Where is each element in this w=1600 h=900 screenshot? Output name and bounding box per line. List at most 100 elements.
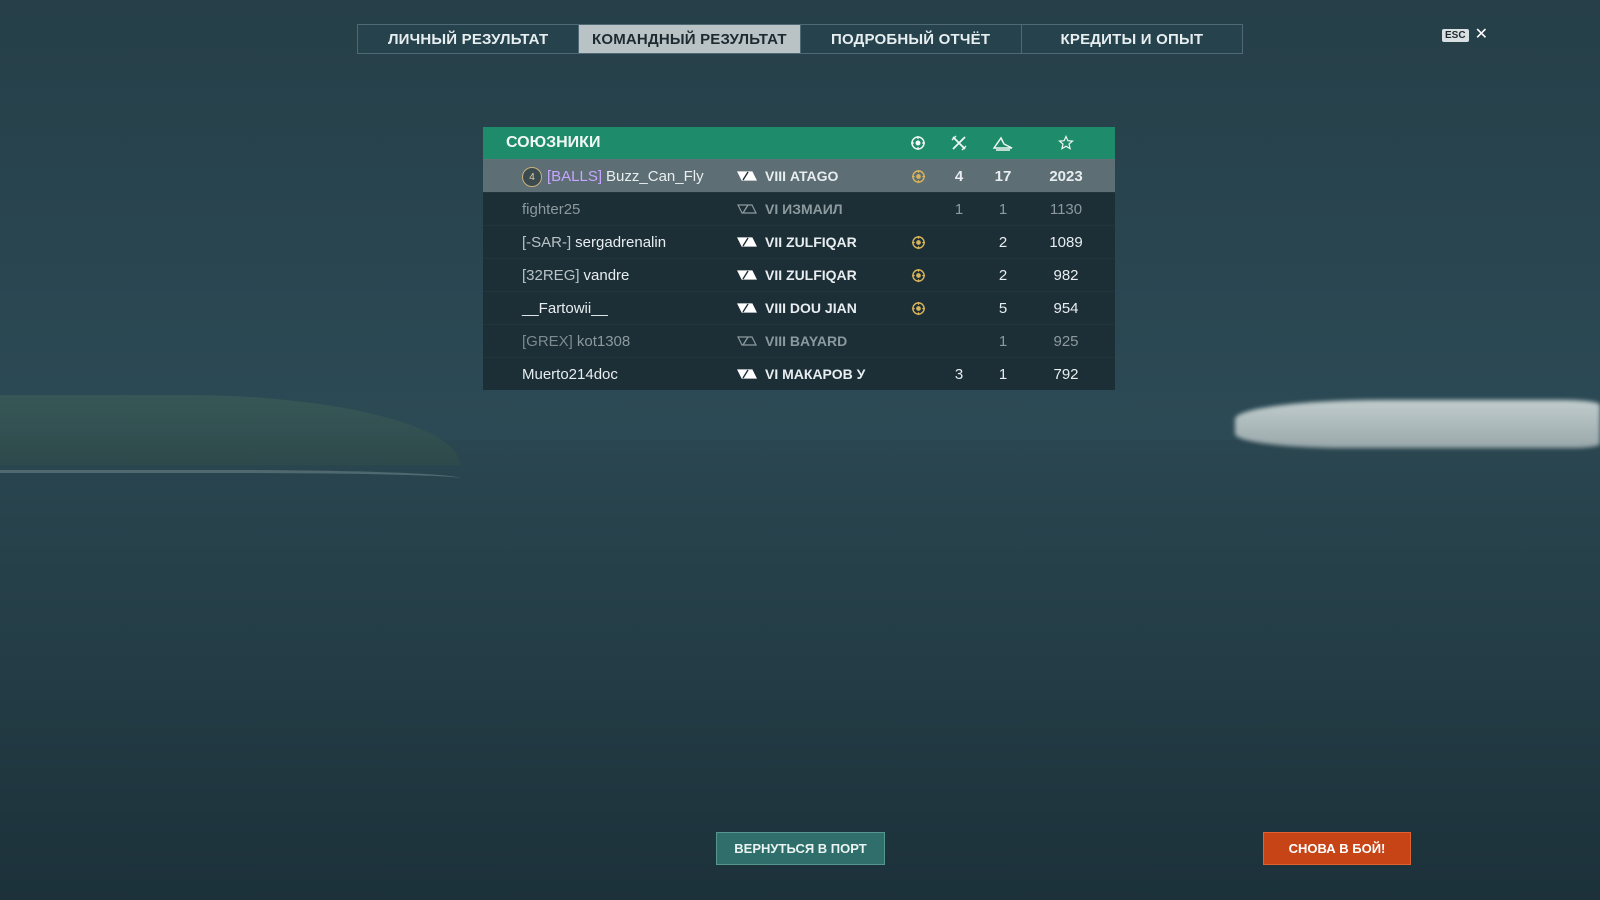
tab-team-result[interactable]: КОМАНДНЫЙ РЕЗУЛЬТАТ bbox=[579, 25, 801, 53]
results-tabs: ЛИЧНЫЙ РЕЗУЛЬТАТ КОМАНДНЫЙ РЕЗУЛЬТАТ ПОД… bbox=[357, 24, 1243, 54]
player-name-cell: Muerto214doc bbox=[522, 358, 618, 390]
kills-value: 3 bbox=[954, 365, 964, 383]
star-icon bbox=[1031, 127, 1101, 159]
ship-class-icon bbox=[737, 201, 757, 217]
player-name-cell: [GREX] kot1308 bbox=[522, 325, 630, 357]
ship-cell: VIII BAYARD bbox=[737, 325, 847, 357]
player-name: kot1308 bbox=[576, 332, 631, 350]
player-name-cell: fighter25 bbox=[522, 193, 580, 225]
ship-tier: VIII bbox=[765, 300, 787, 316]
ship-name: ИЗМАИЛ bbox=[782, 201, 843, 217]
ship-class-icon bbox=[737, 333, 757, 349]
player-name: Muerto214doc bbox=[522, 365, 618, 383]
kills-value: 1 bbox=[954, 200, 964, 218]
planes-icon bbox=[988, 127, 1018, 159]
clan-tag: [GREX] bbox=[522, 332, 573, 350]
return-to-port-button[interactable]: ВЕРНУТЬСЯ В ПОРТ bbox=[716, 832, 885, 865]
player-name: __Fartowii__ bbox=[522, 299, 608, 317]
kills-value bbox=[944, 226, 974, 258]
player-row[interactable]: [GREX] kot1308 VIII BAYARD 1 925 bbox=[483, 324, 1115, 357]
kills-value bbox=[944, 325, 974, 357]
player-name-cell: [32REG] vandre bbox=[522, 259, 629, 291]
clan-tag: [32REG] bbox=[522, 266, 580, 284]
close-icon: ✕ bbox=[1474, 26, 1488, 43]
planes-value: 1 bbox=[998, 365, 1008, 383]
allies-list: 4 [BALLS] Buzz_Can_Fly VIII ATAGO 4 17 2023 fig… bbox=[483, 159, 1115, 390]
ship-cell: VI ИЗМАИЛ bbox=[737, 193, 843, 225]
player-name: Buzz_Can_Fly bbox=[606, 167, 704, 185]
clan-tag: [-SAR-] bbox=[522, 233, 572, 251]
ship-cell: VII ZULFIQAR bbox=[737, 259, 857, 291]
allies-panel: СОЮЗНИКИ 4 [BALLS] Buzz_Can_Fly VIII ATAGO 4… bbox=[483, 127, 1115, 390]
ship-name: МАКАРОВ У bbox=[782, 366, 866, 382]
ship-class-icon bbox=[737, 366, 757, 382]
player-name-cell: [-SAR-] sergadrenalin bbox=[522, 226, 666, 258]
ship-cell: VIII ATAGO bbox=[737, 160, 838, 192]
tab-credits-experience[interactable]: КРЕДИТЫ И ОПЫТ bbox=[1022, 25, 1242, 53]
ship-class-icon bbox=[737, 234, 757, 250]
planes-value: 17 bbox=[994, 167, 1012, 185]
player-name: vandre bbox=[583, 266, 630, 284]
planes-value: 2 bbox=[998, 266, 1008, 284]
player-row[interactable]: [-SAR-] sergadrenalin VII ZULFIQAR 2 1089 bbox=[483, 225, 1115, 258]
battle-again-button[interactable]: СНОВА В БОЙ! bbox=[1263, 832, 1411, 865]
kills-icon bbox=[944, 127, 974, 159]
ship-class-icon bbox=[737, 267, 757, 283]
score-value: 925 bbox=[1053, 332, 1079, 350]
ship-name: BAYARD bbox=[789, 333, 848, 349]
medal-icon bbox=[903, 160, 933, 192]
rank-icon: 4 bbox=[522, 167, 542, 187]
score-value: 2023 bbox=[1049, 167, 1083, 185]
background-smoke bbox=[1235, 400, 1600, 448]
allies-title: СОЮЗНИКИ bbox=[506, 134, 601, 151]
medal-icon bbox=[903, 127, 933, 159]
kills-value bbox=[944, 259, 974, 291]
player-row[interactable]: 4 [BALLS] Buzz_Can_Fly VIII ATAGO 4 17 2023 bbox=[483, 159, 1115, 192]
esc-key-badge: ESC bbox=[1442, 28, 1469, 42]
score-value: 982 bbox=[1053, 266, 1079, 284]
ship-tier: VI bbox=[765, 366, 779, 382]
planes-value: 2 bbox=[998, 233, 1008, 251]
player-row[interactable]: fighter25 VI ИЗМАИЛ 1 1 1130 bbox=[483, 192, 1115, 225]
ship-name: ZULFIQAR bbox=[786, 267, 857, 283]
player-name-cell: [BALLS] Buzz_Can_Fly bbox=[547, 160, 704, 192]
player-name-cell: __Fartowii__ bbox=[522, 292, 608, 324]
ship-tier: VII bbox=[765, 267, 783, 283]
medal-icon bbox=[903, 292, 933, 324]
kills-value: 4 bbox=[954, 167, 964, 185]
background-sea bbox=[0, 440, 1600, 900]
ship-class-icon bbox=[737, 300, 757, 316]
ship-tier: VIII bbox=[765, 333, 787, 349]
score-value: 1130 bbox=[1049, 200, 1083, 218]
medal-icon bbox=[903, 259, 933, 291]
ship-tier: VI bbox=[765, 201, 779, 217]
player-row[interactable]: Muerto214doc VI МАКАРОВ У 3 1 792 bbox=[483, 357, 1115, 390]
tab-detailed-report[interactable]: ПОДРОБНЫЙ ОТЧЁТ bbox=[801, 25, 1022, 53]
player-row[interactable]: [32REG] vandre VII ZULFIQAR 2 982 bbox=[483, 258, 1115, 291]
clan-tag: [BALLS] bbox=[547, 167, 603, 185]
ship-name: DOU JIAN bbox=[789, 300, 857, 316]
background-wake bbox=[0, 470, 460, 487]
planes-value: 5 bbox=[998, 299, 1008, 317]
ship-name: ZULFIQAR bbox=[786, 234, 857, 250]
planes-value: 1 bbox=[998, 200, 1008, 218]
ship-name: ATAGO bbox=[789, 168, 839, 184]
kills-value bbox=[944, 292, 974, 324]
allies-header: СОЮЗНИКИ bbox=[483, 127, 1115, 159]
ship-tier: VII bbox=[765, 234, 783, 250]
player-name: sergadrenalin bbox=[575, 233, 667, 251]
ship-class-icon bbox=[737, 168, 757, 184]
ship-cell: VI МАКАРОВ У bbox=[737, 358, 865, 390]
score-value: 1089 bbox=[1049, 233, 1083, 251]
tab-personal-result[interactable]: ЛИЧНЫЙ РЕЗУЛЬТАТ bbox=[358, 25, 580, 53]
ship-cell: VII ZULFIQAR bbox=[737, 226, 857, 258]
medal-icon bbox=[903, 226, 933, 258]
score-value: 792 bbox=[1053, 365, 1079, 383]
close-button[interactable]: ESC ✕ bbox=[1442, 26, 1488, 43]
player-row[interactable]: __Fartowii__ VIII DOU JIAN 5 954 bbox=[483, 291, 1115, 324]
ship-tier: VIII bbox=[765, 168, 787, 184]
ship-cell: VIII DOU JIAN bbox=[737, 292, 857, 324]
player-name: fighter25 bbox=[522, 200, 581, 218]
planes-value: 1 bbox=[998, 332, 1008, 350]
score-value: 954 bbox=[1053, 299, 1079, 317]
